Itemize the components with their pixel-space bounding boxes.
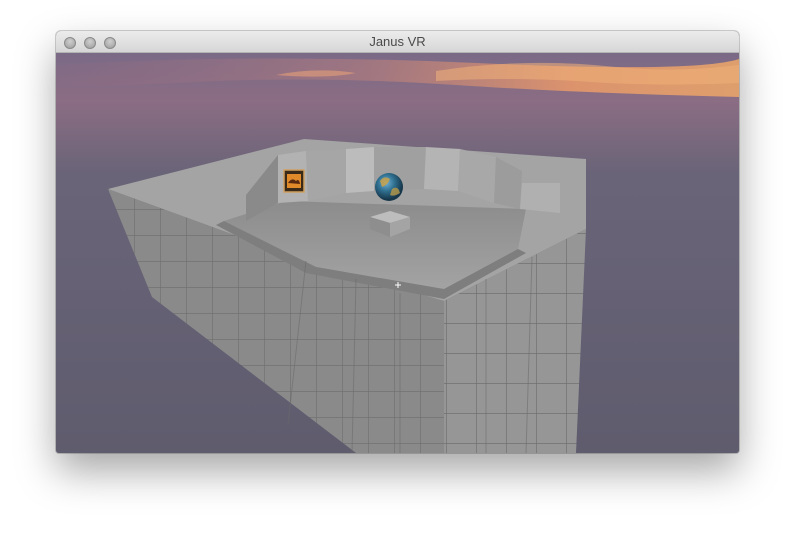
window-title: Janus VR <box>369 34 426 49</box>
3d-viewport[interactable] <box>56 53 739 453</box>
inner-wall-panel-3 <box>346 147 374 193</box>
app-window: Janus VR <box>56 31 739 453</box>
inner-wall-panel-2 <box>306 149 346 201</box>
scene-canvas[interactable] <box>56 53 739 453</box>
inner-wall-panel-5 <box>424 147 460 191</box>
title-bar[interactable]: Janus VR <box>56 31 739 53</box>
globe[interactable] <box>375 173 403 201</box>
inner-wall-right <box>520 183 560 213</box>
